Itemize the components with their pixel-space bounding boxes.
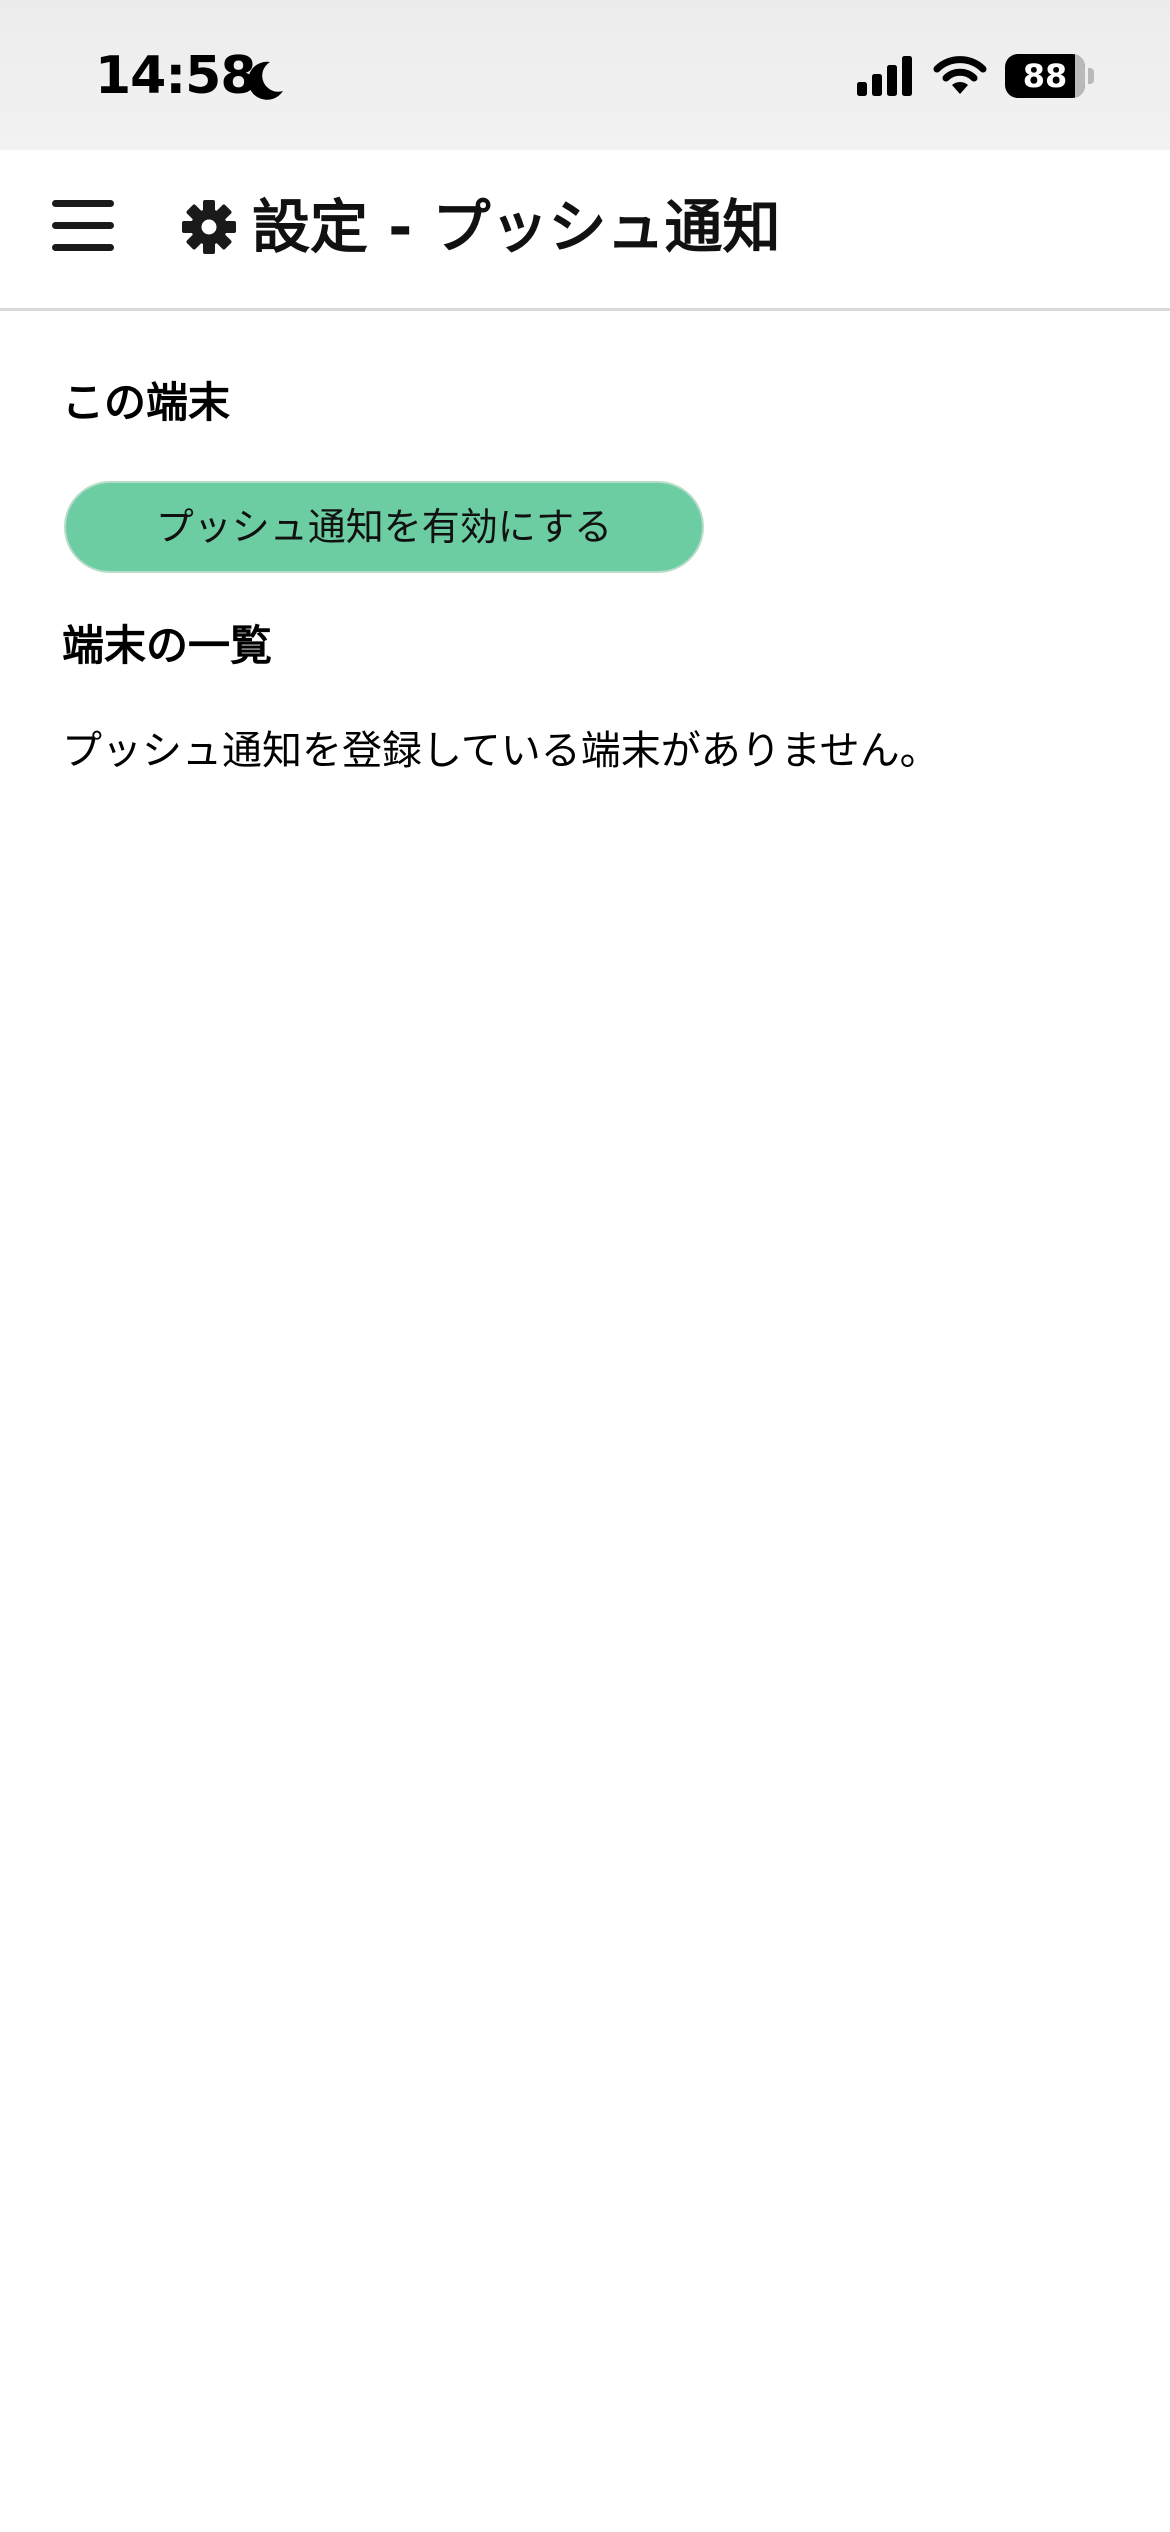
battery-icon: 88 (1005, 54, 1095, 98)
battery-level: 88 (1022, 57, 1068, 95)
menu-icon-bar (52, 244, 114, 251)
battery-body: 88 (1005, 54, 1085, 98)
menu-icon-bar (52, 222, 114, 229)
page-title: 設定 - プッシュ通知 (252, 193, 781, 261)
app-header: 設定 - プッシュ通知 (0, 150, 1170, 311)
enable-push-button[interactable]: プッシュ通知を有効にする (64, 481, 704, 573)
menu-icon-bar (52, 200, 114, 207)
this-device-heading: この端末 (62, 378, 231, 427)
device-list-empty-message: プッシュ通知を登録している端末がありません。 (62, 728, 940, 774)
wifi-icon (933, 56, 987, 94)
status-bar: 14:58 88 (0, 0, 1170, 150)
menu-button[interactable] (48, 194, 120, 258)
status-time: 14:58 (95, 46, 257, 106)
gear-icon (182, 200, 236, 254)
signal-icon (857, 56, 912, 96)
device-list-heading: 端末の一覧 (62, 621, 273, 670)
battery-cap (1088, 68, 1094, 84)
moon-icon (247, 61, 283, 100)
